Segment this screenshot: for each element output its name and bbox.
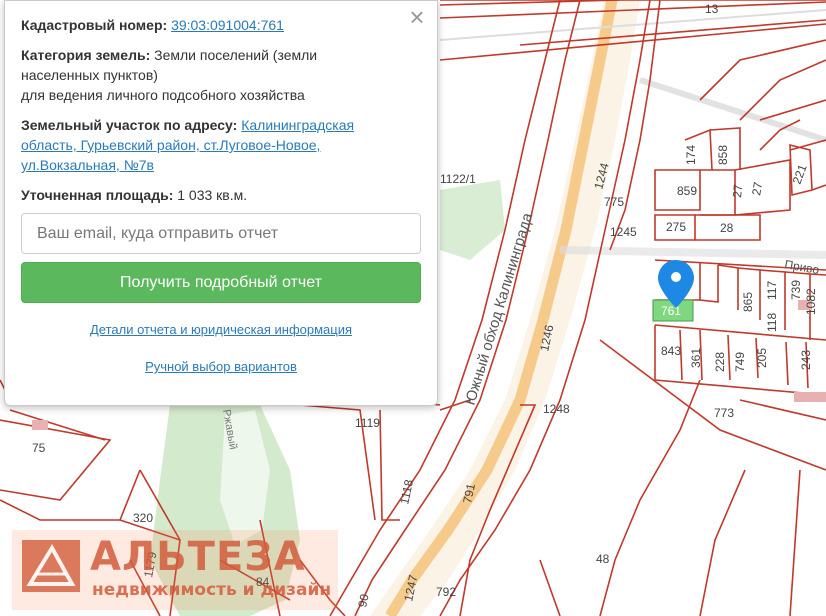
parcel-label: 1119	[355, 416, 380, 430]
parcel-label: 205	[755, 348, 769, 368]
parcel-label: 1122/1	[440, 172, 476, 186]
watermark-subtitle: недвижимость и дизайн	[92, 580, 332, 600]
cadastral-row: Кадастровый номер: 39:03:091004:761	[21, 15, 421, 35]
parcel-label: 775	[604, 195, 624, 209]
area-label: Уточненная площадь:	[21, 187, 174, 203]
parcel-label: 243	[799, 350, 813, 370]
parcel-label: 773	[714, 406, 734, 420]
area-row: Уточненная площадь: 1 033 кв.м.	[21, 185, 421, 205]
manual-selection-link[interactable]: Ручной выбор вариантов	[21, 357, 421, 377]
address-row: Земельный участок по адресу: Калининград…	[21, 115, 421, 175]
parcel-label: 275	[666, 220, 686, 234]
parcel-label: 118	[765, 313, 779, 332]
email-input[interactable]	[21, 213, 421, 254]
parcel-label: 361	[689, 348, 703, 368]
address-link-line2[interactable]: область, Гурьевский район, ст.Луговое-Но…	[21, 137, 320, 153]
parcel-label: 1082	[804, 288, 818, 315]
watermark-name: АЛЬТЕЗА	[90, 534, 306, 580]
structure-1	[32, 420, 48, 430]
parcel-label: 859	[677, 184, 697, 198]
address-label: Земельный участок по адресу:	[21, 117, 238, 133]
parcel-label: 739	[789, 280, 803, 300]
parcel-label: 1245	[610, 225, 637, 239]
parcel-label: 1248	[543, 402, 570, 416]
parcel-label: 27	[730, 183, 745, 198]
parcel-info-popup: × Кадастровый номер: 39:03:091004:761 Ка…	[4, 0, 438, 406]
category-row: Категория земель: Земли поселений (земли…	[21, 45, 421, 105]
parcel-label: 228	[713, 352, 727, 372]
category-value: Земли поселений (земли	[154, 47, 318, 63]
address-link-line1[interactable]: Калининградская	[241, 117, 354, 133]
selected-parcel-label: 761	[661, 304, 681, 318]
parcel-label: 843	[661, 344, 681, 358]
parcel-label: 749	[733, 352, 747, 372]
address-link-line3[interactable]: ул.Вокзальная, №7в	[21, 157, 154, 173]
altheza-logo-icon	[22, 540, 80, 592]
parcel-label: 792	[436, 585, 456, 599]
parcel-label: 75	[32, 441, 46, 455]
parcel-label: 48	[596, 552, 610, 566]
parcel-label: 27	[749, 181, 765, 197]
area-value: 1 033 кв.м.	[177, 187, 248, 203]
category-value-line3: для ведения личного подсобного хозяйства	[21, 87, 305, 103]
parcel-label: 320	[133, 511, 153, 525]
cadastral-number-link[interactable]: 39:03:091004:761	[171, 17, 284, 33]
parcel-label: 28	[720, 221, 734, 235]
close-icon[interactable]: ×	[407, 4, 427, 30]
report-details-link[interactable]: Детали отчета и юридическая информация	[21, 320, 421, 340]
parcel-label: 117	[765, 281, 779, 300]
get-report-button[interactable]: Получить подробный отчет	[21, 262, 421, 303]
structure-3	[794, 392, 826, 402]
parcel-label: 865	[741, 292, 755, 312]
category-label: Категория земель:	[21, 47, 151, 63]
cadastral-label: Кадастровый номер:	[21, 17, 168, 33]
watermark: АЛЬТЕЗА недвижимость и дизайн	[12, 530, 338, 610]
parcel-label: 13	[705, 2, 719, 16]
parcel-label: 858	[716, 145, 730, 165]
parcel-label: 174	[684, 145, 698, 165]
category-value-line2: населенных пунктов)	[21, 67, 158, 83]
